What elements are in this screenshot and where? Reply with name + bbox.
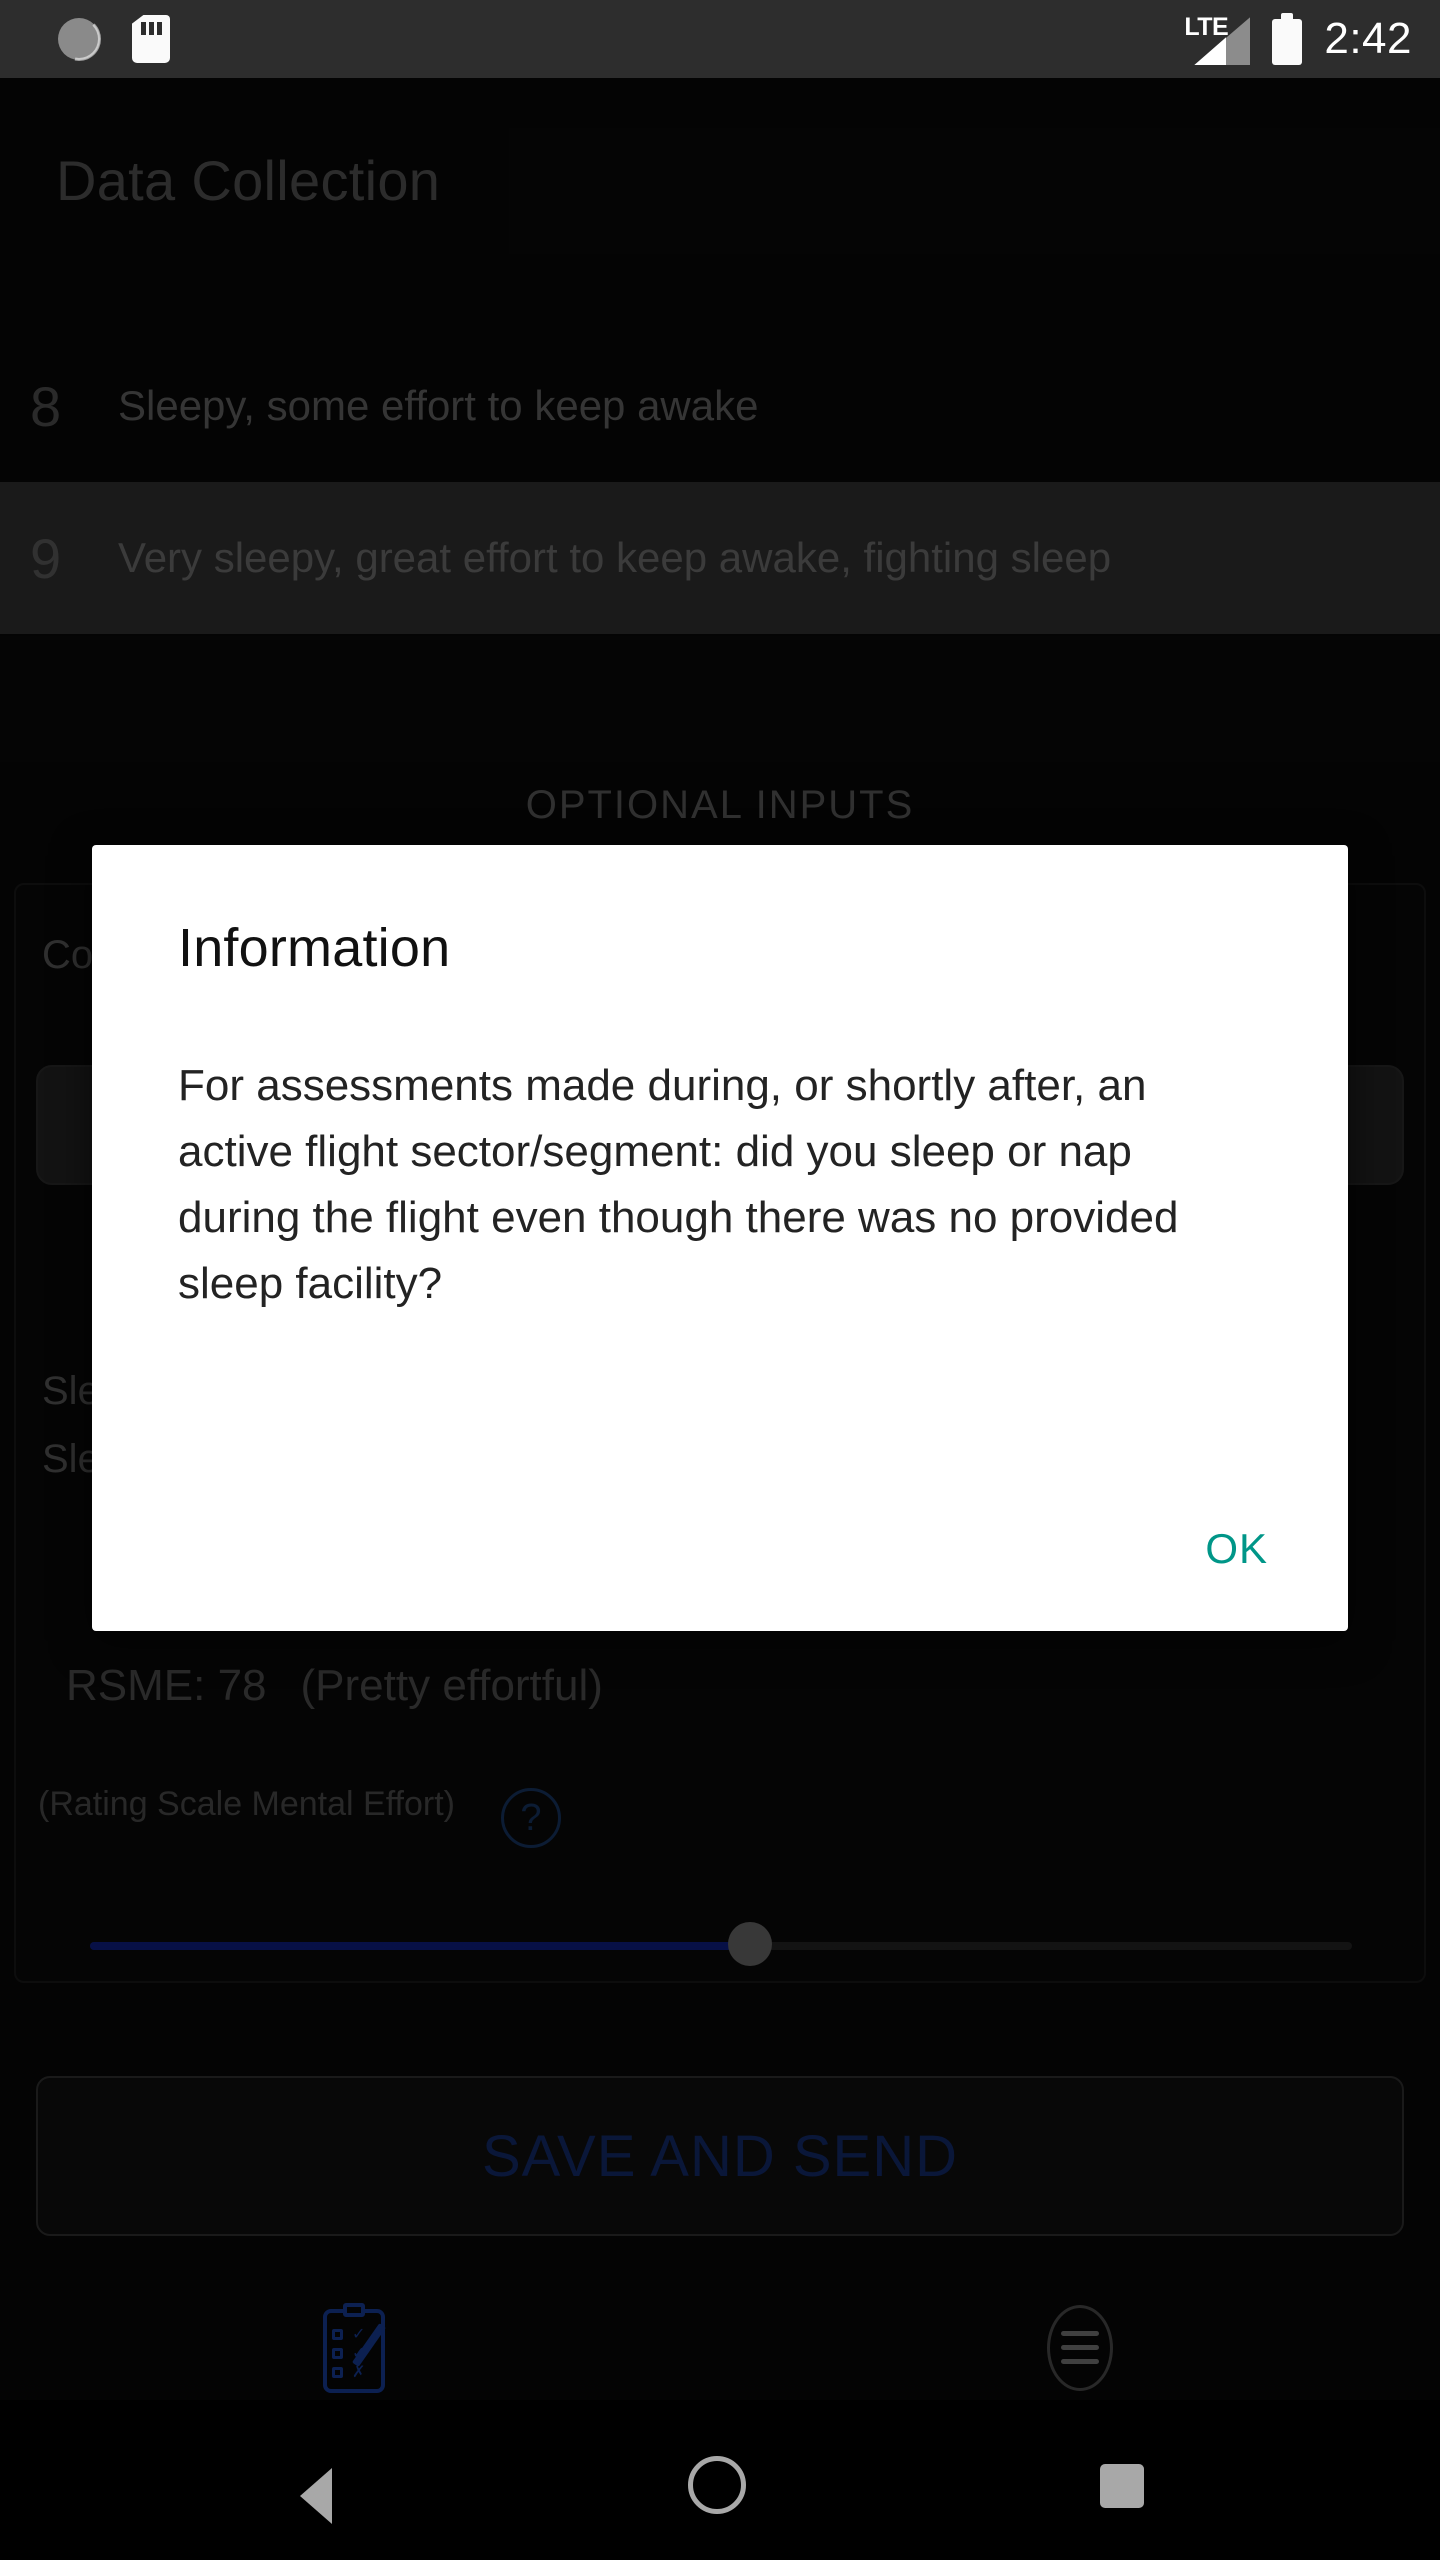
dialog-message: For assessments made during, or shortly … [178,1061,1179,1308]
dialog-actions: OK [1183,1509,1290,1589]
information-dialog: Information For assessments made during,… [92,845,1348,1631]
status-bar-clock: 2:42 [1324,14,1412,63]
sd-card-icon [132,15,170,63]
ok-button[interactable]: OK [1183,1509,1290,1589]
phone-screen: LTE 2:42 Data Collection 8 Sleepy, some … [0,0,1440,2560]
brightness-icon [56,16,102,62]
status-bar-left-icons [56,15,170,63]
battery-icon [1272,13,1303,65]
status-bar: LTE 2:42 [0,0,1440,78]
home-circle-icon[interactable] [688,2456,746,2514]
back-triangle-icon[interactable] [300,2468,332,2524]
network-indicator: LTE [1184,13,1251,65]
dialog-title: Information [178,918,451,978]
recents-square-icon[interactable] [1100,2464,1144,2508]
status-bar-right-icons: LTE 2:42 [1184,13,1412,65]
android-nav-bar [0,2400,1440,2560]
signal-bars-icon [1190,15,1251,65]
